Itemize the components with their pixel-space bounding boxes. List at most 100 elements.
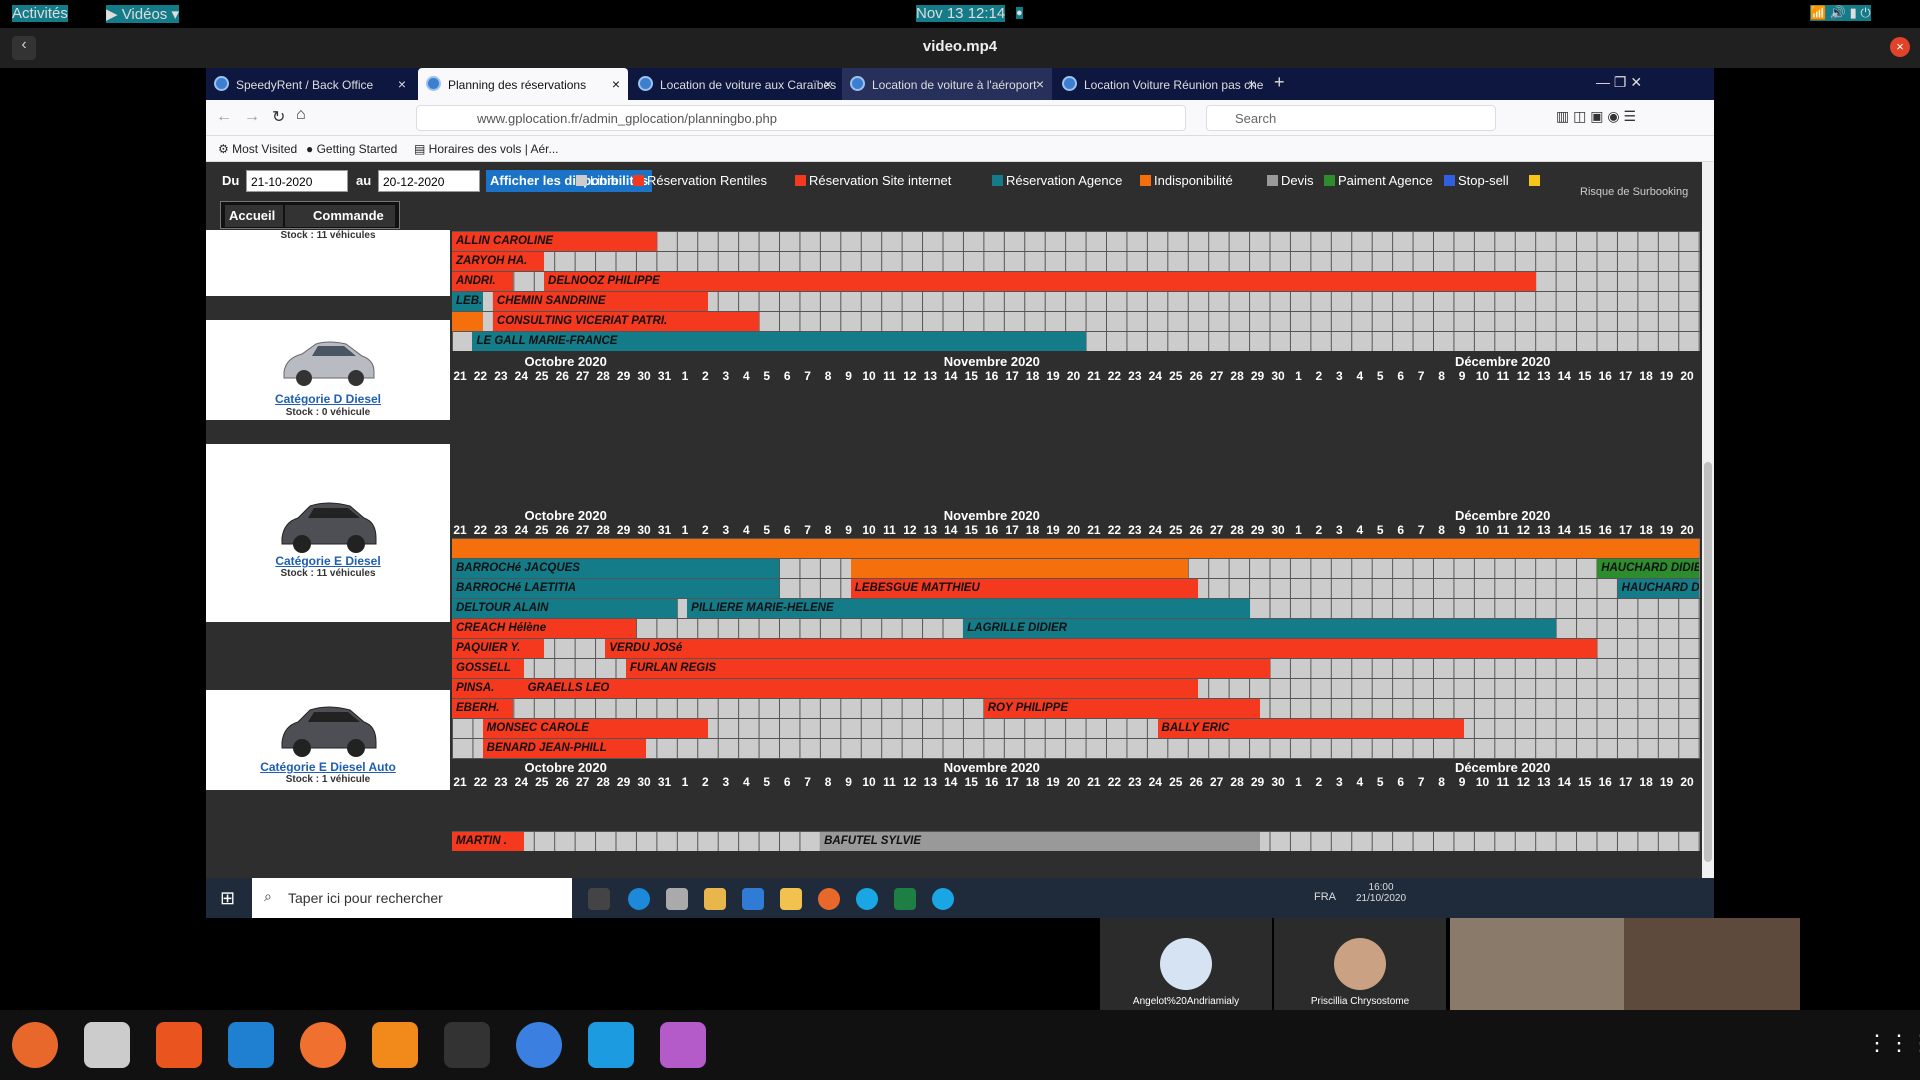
planning-grid-4[interactable]: MARTIN . BAFUTEL SYLVIE [452,831,1700,851]
reservation-bar[interactable]: CONSULTING VICERIAT PATRI. [492,312,759,331]
accueil-button[interactable]: Accueil [225,205,283,227]
reservation-bar[interactable]: BARROCHé LAETITIA [452,579,780,598]
toolbar-icons[interactable]: ▥ ◫ ▣ ◉ ☰ [1556,108,1636,125]
reservation-bar[interactable]: DELTOUR ALAIN [452,599,677,618]
page-scrollbar[interactable] [1702,162,1714,878]
browser-tab-bar: SpeedyRent / Back Office × Planning des r… [206,68,1714,100]
new-tab-button[interactable]: + [1268,68,1294,100]
day-number: 7 [1417,523,1425,537]
reservation-bar[interactable]: PILLIERE MARIE-HELENE [687,599,1250,618]
reservation-bar[interactable]: LEBESGUE MATTHIEU [850,579,1199,598]
reservation-bar[interactable]: LE GALL MARIE-FRANCE [472,332,1086,351]
language-indicator[interactable]: FRA [1314,891,1336,903]
show-availability-button[interactable]: Afficher les disponibilités [486,170,653,192]
participant-tile-2[interactable]: Priscillia Chrysostome [1274,918,1446,1010]
files-icon[interactable] [84,1022,130,1068]
reservation-bar[interactable]: ZARYOH HA. [452,252,545,271]
windows-start-icon[interactable]: ⊞ [220,888,235,909]
skype-icon[interactable] [856,888,878,910]
skype-icon-2[interactable] [932,888,954,910]
excel-icon[interactable] [894,888,916,910]
vlc-icon[interactable] [372,1022,418,1068]
participant-tile-1[interactable]: Angelot%20Andriamialy [1100,918,1272,1010]
participant-video-1[interactable] [1450,918,1624,1010]
app-menu[interactable]: ▶ Vidéos ▾ [106,5,179,23]
task-view-icon[interactable] [588,888,610,910]
bookmark-getting-started[interactable]: ● Getting Started [306,142,397,156]
reservation-bar[interactable]: GRAELLS LEO [523,679,1199,698]
reservation-bar[interactable]: LEB. [452,292,483,311]
reservation-bar[interactable]: EBERH. [452,699,514,718]
reservation-bar[interactable]: DELNOOZ PHILIPPE [544,272,1536,291]
category-name[interactable]: Catégorie E Diesel [206,554,450,568]
reservation-bar[interactable] [452,539,1700,558]
reservation-bar[interactable]: FURLAN REGIS [625,659,1270,678]
clock[interactable]: Nov 13 12:14 [916,5,1006,22]
date-to-input[interactable]: 20-12-2020 [378,170,480,192]
chromium-icon[interactable] [516,1022,562,1068]
commande-button[interactable]: Commande [285,205,395,227]
vscode-icon[interactable] [228,1022,274,1068]
folder-icon[interactable] [780,888,802,910]
back-arrow-icon[interactable]: ← [216,108,232,126]
firefox-icon[interactable] [12,1022,58,1068]
tab-reunion[interactable]: Location Voiture Réunion pas cher × [1054,68,1264,100]
reservation-bar[interactable]: GOSSELL [452,659,524,678]
planning-grid-3[interactable]: BARROCHé JACQUES HAUCHARD DIDIER BARROCHé … [452,538,1700,759]
reservation-bar[interactable]: MONSEC CAROLE [482,719,708,738]
app-grid-icon[interactable]: ⋮⋮⋮ [1866,1030,1920,1056]
explorer-icon[interactable] [704,888,726,910]
videos-icon[interactable] [660,1022,706,1068]
pencil-app-icon[interactable] [300,1022,346,1068]
activities-button[interactable]: Activités [12,5,68,22]
mail-icon[interactable] [742,888,764,910]
url-bar[interactable]: www.gplocation.fr/admin_gplocation/plann… [416,105,1186,131]
reservation-bar[interactable]: ALLIN CAROLINE [452,232,657,251]
reservation-bar[interactable]: CHEMIN SANDRINE [492,292,708,311]
bookmark-horaires[interactable]: ▤ Horaires des vols | Aér... [414,142,559,156]
reservation-bar[interactable]: HAUCHARD DIDIER [1597,559,1700,578]
category-name[interactable]: Catégorie D Diesel [206,392,450,406]
reservation-bar[interactable]: BALLY ERIC [1157,719,1465,738]
terminal-icon[interactable] [444,1022,490,1068]
reservation-bar[interactable]: CREACH Hélène [452,619,637,638]
edge-icon[interactable] [628,888,650,910]
reservation-bar[interactable]: MARTIN . [452,832,524,851]
reservation-bar[interactable] [452,312,483,331]
day-number: 14 [1557,775,1571,789]
reservation-bar[interactable]: BARROCHé JACQUES [452,559,780,578]
reservation-bar[interactable]: ROY PHILIPPE [983,699,1260,718]
reservation-bar[interactable]: PAQUIER Y. [452,639,545,658]
date-from-input[interactable]: 21-10-2020 [246,170,348,192]
firefox-icon[interactable] [818,888,840,910]
software-icon[interactable] [156,1022,202,1068]
system-status-icons[interactable]: 📶 🔊 ▮ ⏻ [1810,5,1871,21]
tab-planning[interactable]: Planning des réservations × [418,68,628,100]
remote-app-icon[interactable] [588,1022,634,1068]
reload-icon[interactable]: ↻ [272,107,285,127]
forward-arrow-icon[interactable]: → [244,108,260,126]
tab-aeroport[interactable]: Location de voiture à l'aéroport × [842,68,1052,100]
participant-video-2[interactable] [1624,918,1800,1010]
reservation-bar[interactable]: ANDRI. [452,272,514,291]
search-input[interactable]: Search [1206,105,1496,131]
reservation-bar[interactable]: HAUCHARD DIDIER [1617,579,1700,598]
store-icon[interactable] [666,888,688,910]
reservation-bar[interactable]: BENARD JEAN-PHILL [482,739,647,758]
tab-caraibes[interactable]: Location de voiture aux Caraïbes × [630,68,840,100]
category-name[interactable]: Catégorie E Diesel Auto [206,760,450,774]
tab-speedyrent[interactable]: SpeedyRent / Back Office × [206,68,414,100]
reservation-bar[interactable]: PINSA. [452,679,524,698]
home-icon[interactable]: ⌂ [296,106,306,124]
taskbar-clock[interactable]: 16:00 21/10/2020 [1356,882,1406,904]
reservation-bar[interactable]: VERDU JOSé [605,639,1598,658]
window-controls[interactable]: — ❐ ✕ [1596,68,1714,100]
planning-grid-1[interactable]: ALLIN CAROLINE ZARYOH HA. ANDRI. DELNOOZ PH… [452,231,1700,351]
reservation-bar[interactable]: LAGRILLE DIDIER [963,619,1557,638]
reservation-bar[interactable] [850,559,1189,578]
bookmark-most-visited[interactable]: ⚙ Most Visited [218,142,297,156]
close-icon[interactable]: × [1890,37,1910,57]
reservation-bar[interactable]: BAFUTEL SYLVIE [820,832,1260,851]
bookmarks-bar: ⚙ Most Visited ● Getting Started ▤ Horai… [206,136,1714,162]
windows-search-input[interactable]: ⌕ Taper ici pour rechercher [252,878,572,918]
